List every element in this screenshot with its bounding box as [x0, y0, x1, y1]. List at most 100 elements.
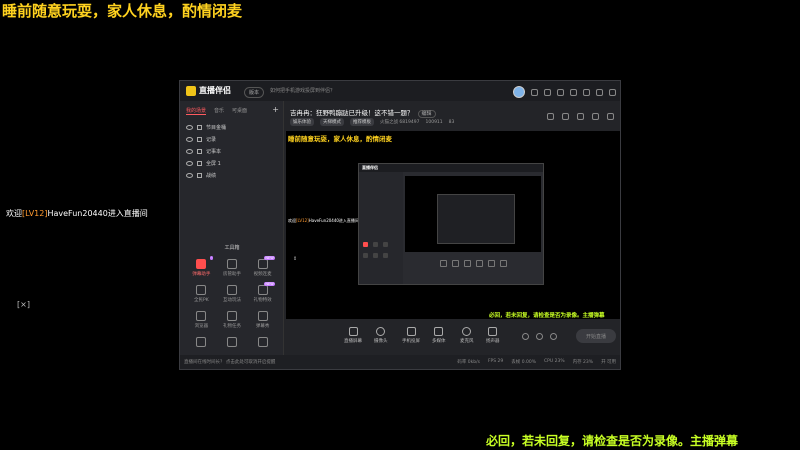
- lock-icon[interactable]: [197, 172, 202, 178]
- phone-cast-button[interactable]: 手机投屏: [402, 327, 420, 344]
- mode-chip[interactable]: 天梯模式: [320, 118, 344, 126]
- preview-marquee: 必回，若未回复，请检查是否为录像。主播弹幕: [489, 313, 605, 319]
- eye-icon[interactable]: [536, 333, 543, 340]
- nested-sidebar: [359, 172, 403, 284]
- tool-danmaku-assistant[interactable]: · 弹幕助手: [186, 256, 217, 277]
- tool-label: 礼物特效: [253, 298, 272, 303]
- scene-item[interactable]: 记事本: [184, 145, 280, 157]
- scene-item[interactable]: 战绩: [184, 169, 280, 181]
- media-button[interactable]: 多媒体: [432, 327, 446, 344]
- scene-item[interactable]: 记录: [184, 133, 280, 145]
- tool-pk[interactable]: 全民PK: [186, 285, 217, 303]
- minimize-icon[interactable]: [583, 88, 590, 96]
- microphone-button[interactable]: 麦克风: [460, 327, 474, 344]
- eye-icon[interactable]: [186, 136, 193, 142]
- tool-browser[interactable]: 浏览器: [186, 311, 217, 329]
- resize-icon[interactable]: ⇕: [293, 256, 297, 262]
- lock-icon[interactable]: [197, 124, 202, 130]
- nested-tool-icon: [363, 253, 368, 258]
- scene-label: 节目金桶: [206, 124, 227, 131]
- live-companion-window: 直播伴侣 版本 如何把手机游戏投屏到伴侣？ 我的场景 音乐 可桌面 + 节目金桶…: [179, 80, 621, 370]
- more-icon[interactable]: [607, 113, 614, 120]
- eye-icon[interactable]: [186, 160, 193, 166]
- lock-icon[interactable]: [197, 136, 202, 142]
- game-icon: [226, 285, 237, 295]
- bell-icon[interactable]: [592, 113, 599, 120]
- eye-icon[interactable]: [186, 124, 193, 130]
- welcome-level: [LV12]: [22, 209, 48, 218]
- scene-label: 记事本: [206, 148, 222, 155]
- nested-controls: [405, 256, 541, 270]
- record-icon: [196, 337, 207, 347]
- tab-my-scenes[interactable]: 我的场景: [186, 107, 207, 115]
- menu-icon[interactable]: [570, 88, 577, 96]
- app-name: 直播伴侣: [199, 86, 231, 95]
- room-title: 吉冉冉：狂野鸭蹦跶已升级！这不错一题？ 编辑: [290, 107, 436, 118]
- skin-icon[interactable]: [557, 88, 564, 96]
- lock-icon[interactable]: [197, 160, 202, 166]
- add-scene-button[interactable]: +: [272, 105, 279, 114]
- speaker-button[interactable]: 扬声器: [486, 327, 500, 344]
- welcome-user: HaveFun20440进入直播间: [47, 209, 148, 218]
- tool-danmaku-show[interactable]: 弹幕秀: [247, 311, 278, 329]
- stat-fps: FPS 29: [487, 359, 504, 364]
- eye-icon[interactable]: [186, 172, 193, 178]
- side-expand-icon[interactable]: [×]: [17, 300, 30, 309]
- eye-icon[interactable]: [186, 148, 193, 154]
- tool-gift-effects[interactable]: NEW 礼物特效: [247, 282, 278, 303]
- tool-home[interactable]: [247, 337, 278, 349]
- avatar[interactable]: [513, 86, 525, 98]
- header-tools: [547, 113, 614, 120]
- version-button[interactable]: 版本: [244, 87, 265, 98]
- screen-share-button[interactable]: 直播屏幕: [344, 327, 362, 344]
- camera-icon: [376, 327, 386, 336]
- message-icon[interactable]: [531, 88, 538, 96]
- camera-button[interactable]: 摄像头: [374, 327, 388, 344]
- status-message[interactable]: 直播间在线时间长？ 点击此处可取消开启提醒: [184, 359, 275, 365]
- tab-desktop[interactable]: 可桌面: [232, 107, 247, 115]
- tool-interactive-play[interactable]: 互动玩法: [217, 285, 248, 303]
- scene-list: 节目金桶 记录 记事本 全屏 1 战绩: [184, 121, 280, 181]
- tab-music[interactable]: 音乐: [214, 107, 224, 115]
- maximize-icon[interactable]: [596, 88, 603, 96]
- user-icon: [226, 259, 237, 269]
- scene-label: 记录: [206, 136, 217, 143]
- scene-item[interactable]: 全屏 1: [184, 157, 280, 169]
- lock-icon[interactable]: [197, 148, 202, 154]
- record-screen-icon[interactable]: [562, 113, 569, 120]
- control-label: 麦克风: [460, 339, 474, 344]
- gift-icon: NEW: [257, 282, 275, 295]
- tool-label: 浏览器: [194, 324, 209, 329]
- nested-control-icon: [475, 259, 483, 267]
- category-chip[interactable]: 娱乐体验: [290, 118, 314, 126]
- screenshot-icon[interactable]: [547, 113, 554, 120]
- media-icon: [434, 327, 444, 336]
- live-preview[interactable]: 睡前随意玩耍，家人休息，酌情闭麦 欢迎[LV12]HaveFun20440进入直…: [286, 131, 620, 319]
- settings-icon[interactable]: [544, 88, 551, 96]
- microphone-icon: [462, 327, 472, 336]
- tool-gift-task[interactable]: 礼物任务: [217, 311, 248, 329]
- control-label: 多媒体: [432, 339, 446, 344]
- logo-icon: [186, 85, 196, 96]
- template-chip[interactable]: 推荐模板: [350, 118, 374, 126]
- tool-download[interactable]: [217, 337, 248, 349]
- nested-control-icon: [451, 259, 459, 267]
- record-icon[interactable]: [522, 333, 529, 340]
- start-live-button[interactable]: 开始直播: [576, 329, 616, 343]
- control-label: 手机投屏: [402, 339, 420, 344]
- close-icon[interactable]: [609, 88, 616, 96]
- nested-tool-icon: [373, 253, 378, 258]
- tool-room-manager[interactable]: 房管助手: [217, 259, 248, 277]
- viewers-count: 83: [448, 119, 455, 125]
- nested-tool-icon: [373, 242, 378, 247]
- home-icon: [257, 337, 268, 347]
- control-label: 摄像头: [374, 339, 388, 344]
- edit-title-button[interactable]: 编辑: [417, 110, 436, 118]
- notice-link[interactable]: 如何把手机游戏投屏到伴侣？: [270, 87, 335, 94]
- scene-tabs: 我的场景 音乐 可桌面: [186, 107, 247, 115]
- gear-icon[interactable]: [550, 333, 557, 340]
- tool-video-link[interactable]: NEW 视频连麦: [247, 256, 278, 277]
- settings-icon[interactable]: [577, 113, 584, 120]
- scene-item[interactable]: 节目金桶: [184, 121, 280, 133]
- tool-record[interactable]: [186, 337, 217, 349]
